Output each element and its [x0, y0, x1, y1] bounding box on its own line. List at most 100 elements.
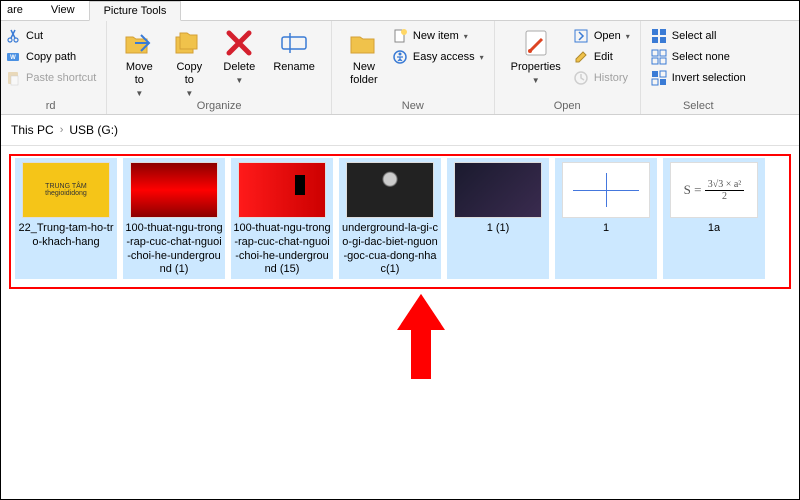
thumbnail [346, 162, 434, 218]
breadcrumb: This PC › USB (G:) [1, 115, 799, 146]
move-to-label: Move to [126, 61, 153, 87]
copy-path-label: Copy path [26, 51, 76, 63]
select-none-label: Select none [672, 51, 730, 63]
copy-path-icon: W [5, 49, 21, 65]
file-item[interactable]: 1 [555, 158, 657, 279]
new-group-title: New [402, 100, 424, 112]
invert-selection-icon [651, 70, 667, 86]
filename: 1 [603, 222, 609, 236]
open-icon [573, 28, 589, 44]
delete-icon [223, 27, 255, 59]
select-none-icon [651, 49, 667, 65]
ribbon-group-select: Select all Select none Invert selection … [641, 21, 756, 114]
select-all-button[interactable]: Select all [651, 27, 746, 45]
new-item-button[interactable]: New item ▾ [392, 27, 484, 45]
thumbnail [454, 162, 542, 218]
thumbnail [238, 162, 326, 218]
clipboard-group-title: rd [46, 100, 56, 112]
new-item-icon [392, 28, 408, 44]
filename: 100-thuat-ngu-trong-rap-cuc-chat-nguoi-c… [233, 222, 331, 277]
ribbon-group-open: Properties ▼ Open ▾ Edit [495, 21, 641, 114]
paste-shortcut-icon [5, 70, 21, 86]
invert-selection-button[interactable]: Invert selection [651, 69, 746, 87]
chevron-down-icon: ▼ [532, 76, 540, 86]
edit-label: Edit [594, 51, 613, 63]
delete-button[interactable]: Delete ▼ [217, 25, 261, 88]
ribbon-group-organize: Move to ▼ Copy to ▼ Delete ▼ [107, 21, 332, 114]
tab-view[interactable]: View [37, 1, 89, 20]
ribbon-group-clipboard: Cut W Copy path Paste shortcut rd [1, 21, 107, 114]
open-label: Open [594, 30, 621, 42]
ribbon-tabs: are View Picture Tools [1, 1, 799, 21]
select-group-title: Select [683, 100, 714, 112]
chevron-down-icon: ▾ [480, 53, 484, 62]
thumbnail [562, 162, 650, 218]
file-item[interactable]: 1 (1) [447, 158, 549, 279]
annotation-arrow [391, 294, 451, 384]
copy-to-button[interactable]: Copy to ▼ [167, 25, 211, 101]
file-item[interactable]: TRUNG TÂMthegioididong 22_Trung-tam-ho-t… [15, 158, 117, 279]
edit-icon [573, 49, 589, 65]
tab-share[interactable]: are [1, 1, 37, 20]
filename: 22_Trung-tam-ho-tro-khach-hang [17, 222, 115, 250]
file-grid: TRUNG TÂMthegioididong 22_Trung-tam-ho-t… [9, 154, 791, 289]
select-none-button[interactable]: Select none [651, 48, 746, 66]
chevron-down-icon: ▼ [185, 89, 193, 99]
content-area: TRUNG TÂMthegioididong 22_Trung-tam-ho-t… [1, 146, 799, 486]
file-item[interactable]: S = 3√3 × a²2 1a [663, 158, 765, 279]
invert-selection-label: Invert selection [672, 72, 746, 84]
properties-button[interactable]: Properties ▼ [505, 25, 567, 88]
history-label: History [594, 72, 628, 84]
cut-button[interactable]: Cut [5, 27, 96, 45]
copy-to-label: Copy to [176, 61, 202, 87]
filename: 100-thuat-ngu-trong-rap-cuc-chat-nguoi-c… [125, 222, 223, 277]
easy-access-icon [392, 49, 408, 65]
chevron-down-icon: ▾ [626, 32, 630, 41]
thumbnail: S = 3√3 × a²2 [670, 162, 758, 218]
filename: underground-la-gi-co-gi-dac-biet-nguon-g… [341, 222, 439, 277]
thumbnail: TRUNG TÂMthegioididong [22, 162, 110, 218]
rename-button[interactable]: Rename [267, 25, 321, 76]
ribbon: Cut W Copy path Paste shortcut rd [1, 21, 799, 115]
properties-icon [520, 27, 552, 59]
tab-picture-tools[interactable]: Picture Tools [89, 1, 182, 21]
new-item-label: New item [413, 30, 459, 42]
rename-icon [278, 27, 310, 59]
paste-shortcut-button: Paste shortcut [5, 69, 96, 87]
chevron-right-icon: › [60, 124, 64, 136]
select-all-label: Select all [672, 30, 717, 42]
chevron-down-icon: ▼ [235, 76, 243, 86]
history-icon [573, 70, 589, 86]
filename: 1 (1) [487, 222, 510, 236]
copy-path-button[interactable]: W Copy path [5, 48, 96, 66]
new-folder-icon [348, 27, 380, 59]
file-item[interactable]: underground-la-gi-co-gi-dac-biet-nguon-g… [339, 158, 441, 279]
move-to-icon [123, 27, 155, 59]
select-all-icon [651, 28, 667, 44]
easy-access-label: Easy access [413, 51, 475, 63]
filename: 1a [708, 222, 720, 236]
properties-label: Properties [511, 61, 561, 74]
file-item[interactable]: 100-thuat-ngu-trong-rap-cuc-chat-nguoi-c… [123, 158, 225, 279]
chevron-down-icon: ▼ [135, 89, 143, 99]
crumb-this-pc[interactable]: This PC [11, 123, 54, 137]
open-group-title: Open [554, 100, 581, 112]
crumb-usb[interactable]: USB (G:) [69, 123, 118, 137]
svg-text:W: W [10, 55, 16, 61]
file-item[interactable]: 100-thuat-ngu-trong-rap-cuc-chat-nguoi-c… [231, 158, 333, 279]
copy-to-icon [173, 27, 205, 59]
new-folder-label: New folder [350, 61, 378, 87]
organize-group-title: Organize [197, 100, 242, 112]
ribbon-group-new: New folder New item ▾ Easy access ▾ [332, 21, 495, 114]
paste-shortcut-label: Paste shortcut [26, 72, 96, 84]
thumbnail [130, 162, 218, 218]
easy-access-button[interactable]: Easy access ▾ [392, 48, 484, 66]
scissors-icon [5, 28, 21, 44]
chevron-down-icon: ▾ [464, 32, 468, 41]
history-button: History [573, 69, 630, 87]
new-folder-button[interactable]: New folder [342, 25, 386, 89]
open-button[interactable]: Open ▾ [573, 27, 630, 45]
edit-button[interactable]: Edit [573, 48, 630, 66]
rename-label: Rename [273, 61, 315, 74]
move-to-button[interactable]: Move to ▼ [117, 25, 161, 101]
